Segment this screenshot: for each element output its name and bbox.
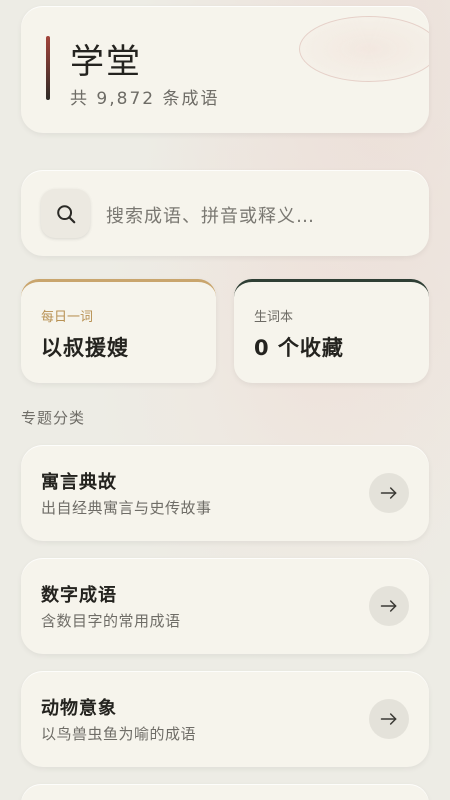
open-topic-button[interactable] — [369, 473, 409, 513]
header-card: 学堂 共 9,872 条成语 — [21, 6, 429, 133]
accent-bar — [46, 36, 50, 100]
daily-word-label: 每日一词 — [41, 310, 94, 325]
decorative-bowl — [299, 16, 429, 82]
page-title: 学堂 — [70, 42, 142, 82]
open-topic-button[interactable] — [369, 699, 409, 739]
topic-description: 以鸟兽虫鱼为喻的成语 — [41, 725, 197, 743]
topic-card-numbers[interactable]: 数字成语 含数目字的常用成语 — [21, 558, 429, 654]
topic-card-fables[interactable]: 寓言典故 出自经典寓言与史传故事 — [21, 445, 429, 541]
vocab-book-label: 生词本 — [254, 310, 294, 325]
arrow-right-icon — [380, 487, 397, 499]
topic-card-partial[interactable] — [21, 784, 429, 800]
search-input[interactable]: 搜索成语、拼音或释义… — [106, 202, 315, 228]
topic-description: 出自经典寓言与史传故事 — [41, 499, 212, 517]
topic-description: 含数目字的常用成语 — [41, 612, 181, 630]
topic-card-animals[interactable]: 动物意象 以鸟兽虫鱼为喻的成语 — [21, 671, 429, 767]
search-icon — [56, 204, 75, 223]
daily-word-card[interactable]: 每日一词 以叔援嫂 — [21, 279, 216, 383]
daily-word-value: 以叔援嫂 — [41, 336, 129, 360]
arrow-right-icon — [380, 600, 397, 612]
topic-title: 寓言典故 — [41, 472, 117, 493]
idiom-count: 共 9,872 条成语 — [70, 89, 220, 109]
topic-title: 动物意象 — [41, 698, 117, 719]
app-screen: 学堂 共 9,872 条成语 搜索成语、拼音或释义… 每日一词 以叔援嫂 生词本… — [0, 0, 450, 800]
open-topic-button[interactable] — [369, 586, 409, 626]
vocab-book-card[interactable]: 生词本 0 个收藏 — [234, 279, 429, 383]
search-button[interactable] — [41, 189, 90, 238]
vocab-book-count: 0 个收藏 — [254, 336, 344, 360]
arrow-right-icon — [380, 713, 397, 725]
search-bar[interactable]: 搜索成语、拼音或释义… — [21, 170, 429, 256]
topic-title: 数字成语 — [41, 585, 117, 606]
section-title: 专题分类 — [21, 409, 86, 427]
